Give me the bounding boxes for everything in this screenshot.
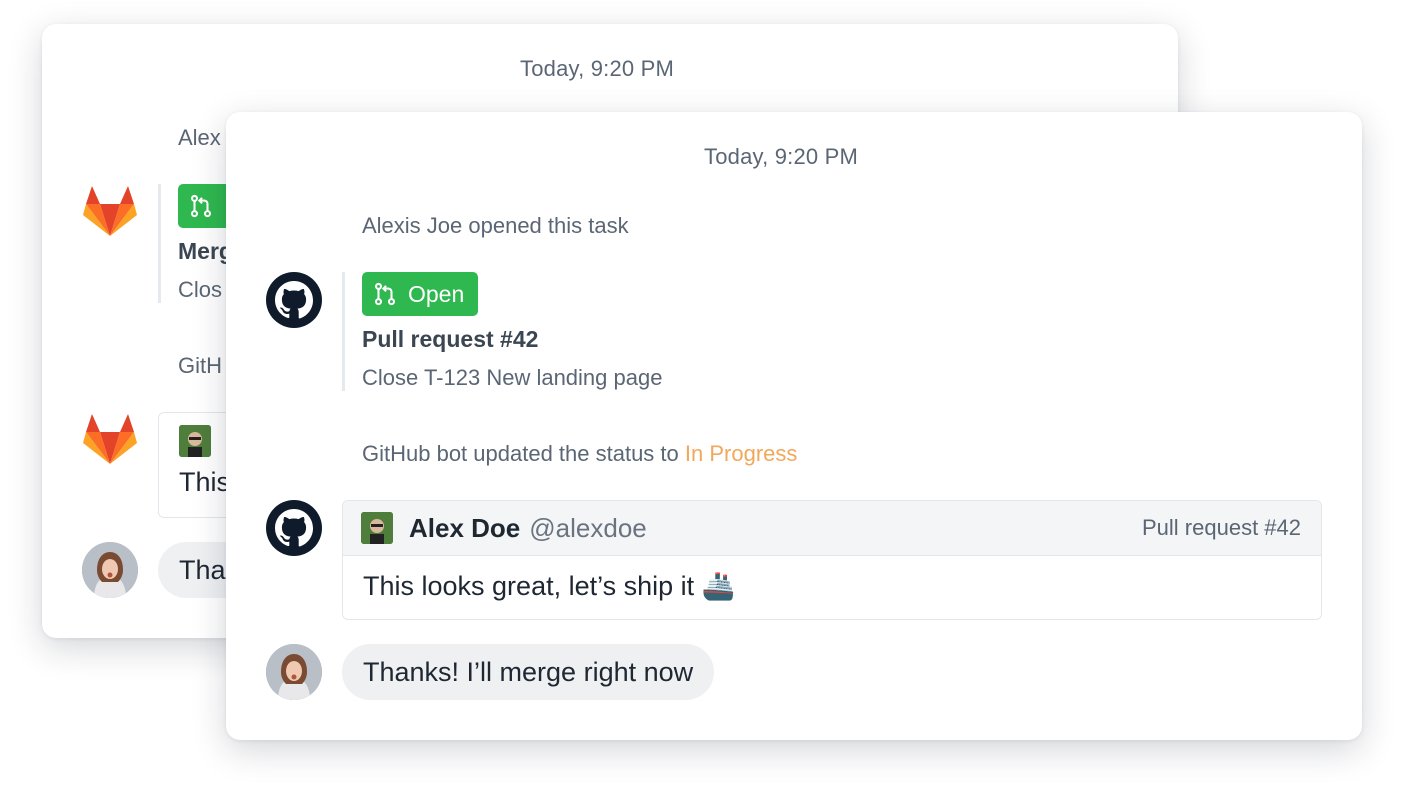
gitlab-icon bbox=[83, 186, 137, 236]
comment-text: This looks great, let’s ship it 🚢 bbox=[363, 571, 736, 601]
pull-request-icon bbox=[190, 194, 212, 218]
chat-card-front: Today, 9:20 PM Alexis Joe opened this ta… bbox=[226, 112, 1362, 740]
github-icon bbox=[266, 500, 322, 556]
status-prefix: GitHub bot updated the status to bbox=[362, 441, 685, 466]
gitlab-icon bbox=[83, 414, 137, 464]
comment-text: This bbox=[179, 467, 231, 497]
pull-request-title[interactable]: Pull request #42 bbox=[362, 326, 662, 353]
avatar bbox=[82, 542, 138, 598]
comment-header: Alex Doe @alexdoe Pull request #42 bbox=[343, 501, 1321, 556]
system-message-opened: Alexis Joe opened this task bbox=[362, 213, 629, 238]
badge-label: Open bbox=[408, 280, 465, 307]
status-badge[interactable]: Open bbox=[362, 272, 479, 316]
system-message-opened: Alex bbox=[178, 125, 221, 150]
avatar bbox=[361, 512, 393, 544]
system-message-status: GitHub bot updated the status to In Prog… bbox=[362, 441, 797, 467]
avatar bbox=[179, 425, 211, 457]
status-value: In Progress bbox=[684, 441, 798, 466]
comment-card: Alex Doe @alexdoe Pull request #42 This … bbox=[342, 500, 1322, 620]
comment-handle[interactable]: @alexdoe bbox=[529, 513, 646, 544]
comment-author[interactable]: Alex Doe bbox=[409, 513, 520, 544]
reply-text: Thanks! I’ll merge right now bbox=[363, 657, 694, 687]
reply-text: Tha bbox=[179, 555, 226, 585]
pull-request-icon bbox=[374, 282, 396, 306]
github-icon bbox=[266, 272, 322, 328]
system-message-status: GitH bbox=[178, 353, 222, 378]
pull-request-block: Open Pull request #42 Close T-123 New la… bbox=[342, 272, 662, 391]
comment-body: This looks great, let’s ship it 🚢 bbox=[343, 556, 1321, 616]
pull-request-subtitle: Close T-123 New landing page bbox=[362, 365, 663, 390]
reply-bubble: Thanks! I’ll merge right now bbox=[342, 644, 715, 700]
timestamp: Today, 9:20 PM bbox=[520, 56, 675, 81]
avatar bbox=[266, 644, 322, 700]
timestamp: Today, 9:20 PM bbox=[704, 144, 859, 169]
comment-reference[interactable]: Pull request #42 bbox=[1142, 515, 1301, 541]
